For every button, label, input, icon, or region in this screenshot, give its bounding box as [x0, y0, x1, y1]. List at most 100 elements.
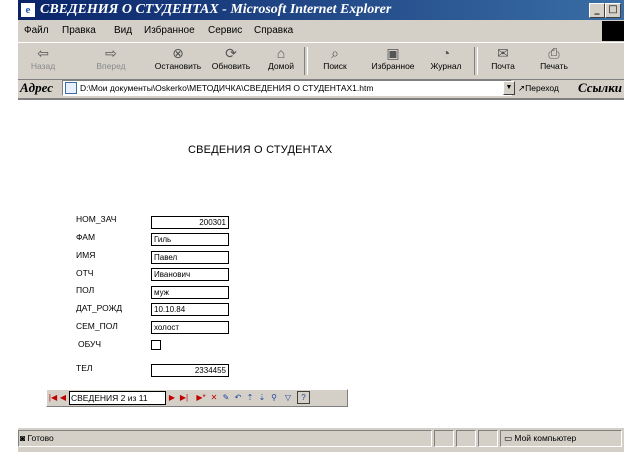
checkbox-obuch[interactable]	[151, 340, 161, 350]
page-heading: СВЕДЕНИЯ О СТУДЕНТАХ	[188, 144, 333, 156]
page-content: СВЕДЕНИЯ О СТУДЕНТАХ НОМ_ЗАЧ 200301 ФАМ …	[18, 99, 624, 427]
toolbar-separator	[474, 47, 478, 75]
refresh-label: Обновить	[211, 61, 251, 71]
field-pol[interactable]: муж	[151, 286, 229, 299]
label-fam: ФАМ	[76, 232, 96, 242]
home-button[interactable]: ⌂ Домой	[264, 45, 298, 77]
stop-label: Остановить	[154, 61, 202, 71]
sort-descending-icon[interactable]: ⇣	[257, 391, 267, 404]
mail-button[interactable]: ✉ Почта	[486, 45, 520, 77]
menu-file[interactable]: Файл	[24, 22, 49, 40]
favorites-button[interactable]: ▣ Избранное	[366, 45, 420, 77]
label-nom-zach: НОМ_ЗАЧ	[76, 214, 117, 224]
new-record-icon[interactable]: ▶*	[195, 391, 207, 404]
menu-favorites[interactable]: Избранное	[144, 22, 195, 40]
ie-logo-icon: e	[21, 3, 35, 17]
field-nom-zach[interactable]: 200301	[151, 216, 229, 229]
status-bar: ◙ Готово ▭ Мой компьютер	[18, 427, 624, 448]
favorites-icon: ▣	[386, 45, 400, 61]
back-arrow-icon: ⇦	[37, 45, 49, 61]
status-main-cell	[18, 430, 432, 447]
stop-button[interactable]: ⊗ Остановить	[154, 45, 202, 77]
history-icon: ◔	[441, 45, 451, 61]
toolbar-separator	[304, 47, 308, 75]
field-dat-rozhd[interactable]: 10.10.84	[151, 303, 229, 316]
status-cell	[456, 430, 476, 447]
label-otch: ОТЧ	[76, 268, 94, 278]
history-label: Журнал	[430, 61, 462, 71]
menu-edit[interactable]: Правка	[62, 22, 96, 40]
search-button[interactable]: ⌕ Поиск	[318, 45, 352, 77]
address-input[interactable]: D:\Мои документы\Oskerko\МЕТОДИЧКА\СВЕДЕ…	[62, 80, 512, 96]
maximize-button[interactable]: □	[605, 3, 621, 18]
window-title: СВЕДЕНИЯ О СТУДЕНТАХ - Microsoft Interne…	[40, 2, 392, 17]
mail-label: Почта	[491, 61, 515, 71]
page-icon	[65, 82, 77, 94]
refresh-button[interactable]: ⟳ Обновить	[210, 45, 252, 77]
address-label: Адрес	[20, 80, 53, 95]
links-button[interactable]: Ссылки	[578, 80, 622, 96]
refresh-icon: ⟳	[225, 45, 237, 61]
label-sem-pol: СЕМ_ПОЛ	[76, 321, 118, 331]
field-otch[interactable]: Иванович	[151, 268, 229, 281]
filter-by-selection-icon[interactable]: ⚲	[269, 391, 279, 404]
toolbar: ⇦ Назад ⇨ Вперед ⊗ Остановить ⟳ Обновить…	[18, 42, 624, 80]
record-navigation-bar: |◀ ◀ СВЕДЕНИЯ 2 из 11 ▶ ▶| ▶* ✕ ✎ ↶ ⇡ ⇣ …	[46, 389, 348, 407]
back-label: Назад	[30, 61, 56, 71]
minimize-button[interactable]: _	[589, 3, 605, 18]
search-icon: ⌕	[331, 45, 339, 61]
address-dropdown-button[interactable]: ▼	[503, 81, 515, 95]
status-cell	[434, 430, 454, 447]
print-button[interactable]: ⎙ Печать	[536, 45, 572, 77]
menu-view[interactable]: Вид	[114, 22, 132, 40]
help-icon[interactable]: ?	[297, 391, 310, 404]
home-label: Домой	[268, 61, 294, 71]
menu-help[interactable]: Справка	[254, 22, 293, 40]
address-bar: Адрес D:\Мои документы\Oskerko\МЕТОДИЧКА…	[18, 78, 624, 99]
field-tel[interactable]: 2334455	[151, 364, 229, 377]
field-imya[interactable]: Павел	[151, 251, 229, 264]
forward-arrow-icon: ⇨	[105, 45, 117, 61]
forward-button[interactable]: ⇨ Вперед	[90, 45, 132, 77]
label-dat-rozhd: ДАТ_РОЖД	[76, 303, 123, 313]
status-cell	[478, 430, 498, 447]
save-record-icon[interactable]: ✎	[221, 391, 231, 404]
label-pol: ПОЛ	[76, 285, 95, 295]
undo-record-icon[interactable]: ↶	[233, 391, 243, 404]
last-record-icon[interactable]: ▶|	[179, 391, 189, 404]
page-done-icon: ◙	[20, 433, 28, 443]
print-label: Печать	[540, 61, 568, 71]
search-label: Поиск	[323, 61, 347, 71]
label-imya: ИМЯ	[76, 250, 96, 260]
next-record-icon[interactable]: ▶	[167, 391, 177, 404]
back-button[interactable]: ⇦ Назад	[22, 45, 64, 77]
prev-record-icon[interactable]: ◀	[58, 391, 68, 404]
status-zone-label: Мой компьютер	[514, 433, 577, 443]
record-position: СВЕДЕНИЯ 2 из 11	[69, 391, 166, 405]
home-icon: ⌂	[276, 45, 286, 61]
status-zone: ▭ Мой компьютер	[504, 431, 576, 446]
title-bar: e СВЕДЕНИЯ О СТУДЕНТАХ - Microsoft Inter…	[18, 0, 624, 20]
windows-logo-icon	[602, 21, 624, 41]
print-icon: ⎙	[548, 45, 560, 61]
my-computer-icon: ▭	[504, 433, 515, 443]
field-fam[interactable]: Гиль	[151, 233, 229, 246]
delete-record-icon[interactable]: ✕	[209, 391, 219, 404]
field-sem-pol[interactable]: холост	[151, 321, 229, 334]
toggle-filter-icon[interactable]: ▽	[283, 391, 293, 404]
address-url: D:\Мои документы\Oskerko\МЕТОДИЧКА\СВЕДЕ…	[80, 83, 374, 93]
mail-icon: ✉	[497, 45, 509, 61]
menu-bar: Файл Правка Вид Избранное Сервис Справка	[18, 22, 624, 40]
label-tel: ТЕЛ	[76, 363, 93, 373]
label-obuch: ОБУЧ	[78, 339, 102, 349]
go-button[interactable]: ↗Переход	[518, 80, 559, 96]
go-label: Переход	[525, 83, 559, 93]
menu-tools[interactable]: Сервис	[208, 22, 242, 40]
status-ready-label: Готово	[27, 433, 54, 443]
stop-icon: ⊗	[172, 45, 184, 61]
status-text: ◙ Готово	[20, 431, 54, 446]
first-record-icon[interactable]: |◀	[48, 391, 58, 404]
forward-label: Вперед	[96, 61, 126, 71]
sort-ascending-icon[interactable]: ⇡	[245, 391, 255, 404]
history-button[interactable]: ◔ Журнал	[426, 45, 466, 77]
